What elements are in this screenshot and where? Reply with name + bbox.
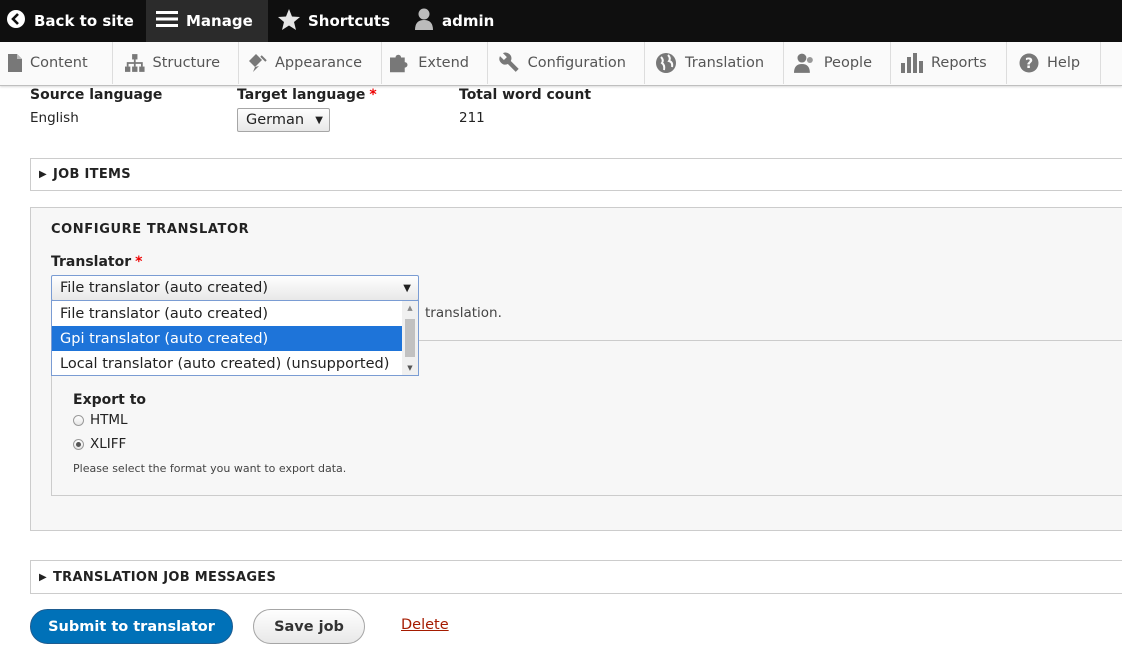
target-language-label: Target language * [237,87,377,103]
translator-select[interactable]: File translator (auto created) ▼ [51,275,419,301]
tray-extend-label: Extend [418,55,469,71]
translator-label-text: Translator [51,254,132,270]
tray-help[interactable]: ? Help [1007,42,1101,84]
target-language-text: Target language [237,87,366,103]
tray-people[interactable]: People [784,42,891,84]
export-to-label: Export to [73,392,147,408]
export-option-html-label: HTML [90,412,128,428]
back-to-site-label: Back to site [34,12,134,30]
job-items-heading: JOB ITEMS [53,167,131,182]
required-marker: * [369,87,377,103]
tray-configuration[interactable]: Configuration [488,42,645,84]
configure-translator-heading: CONFIGURE TRANSLATOR [51,222,250,237]
shortcuts-tab[interactable]: Shortcuts [268,0,404,42]
export-option-xliff[interactable]: XLIFF [73,436,126,452]
user-icon [414,8,434,34]
tray-translation[interactable]: Translation [645,42,784,84]
user-tab[interactable]: admin [404,0,506,42]
puzzle-icon [390,54,408,73]
translator-dropdown-list: File translator (auto created) Gpi trans… [51,300,419,376]
word-count-label: Total word count [459,87,592,103]
submit-to-translator-button[interactable]: Submit to translator [30,609,233,644]
expand-triangle-icon: ▶ [39,571,47,583]
dropdown-option[interactable]: Local translator (auto created) (unsuppo… [52,351,403,376]
user-label: admin [442,12,495,30]
radio-xliff[interactable] [73,438,84,450]
admin-tray: Content Structure Appearance Extend Conf… [0,42,1122,86]
radio-html[interactable] [73,414,84,426]
dropdown-option[interactable]: Gpi translator (auto created) [52,326,403,351]
expand-triangle-icon: ▶ [39,169,47,180]
star-icon [278,8,300,34]
tray-structure[interactable]: Structure [113,42,239,84]
job-items-details[interactable]: ▶ JOB ITEMS [30,158,1122,191]
source-language-value: English [30,110,79,126]
tray-configuration-label: Configuration [527,55,626,71]
translator-label: Translator * [51,254,142,270]
scroll-down-icon[interactable]: ▼ [402,361,418,375]
tray-people-label: People [823,55,872,71]
tray-appearance[interactable]: Appearance [239,42,382,84]
tray-help-label: Help [1047,55,1081,71]
bar-chart-icon [901,53,923,73]
manage-tab[interactable]: Manage [146,0,268,42]
scroll-thumb[interactable] [405,319,415,357]
target-language-value: German [246,112,305,128]
job-messages-details[interactable]: ▶ TRANSLATION JOB MESSAGES [30,560,1122,594]
globe-icon [656,53,676,73]
svg-text:?: ? [1025,56,1033,72]
manage-label: Manage [186,12,253,30]
hamburger-icon [156,10,178,32]
export-help-text: Please select the format you want to exp… [73,462,347,475]
chevron-down-icon: ▼ [315,114,323,126]
tray-extend[interactable]: Extend [382,42,488,84]
word-count-value: 211 [459,110,485,126]
chevron-down-icon: ▼ [403,282,411,294]
target-language-select[interactable]: German ▼ [237,108,330,132]
dropdown-option[interactable]: File translator (auto created) [52,301,403,326]
dropdown-option-label: Local translator (auto created) (unsuppo… [60,355,390,372]
export-option-html[interactable]: HTML [73,412,128,428]
tray-reports[interactable]: Reports [891,42,1007,84]
wrench-icon [499,52,519,72]
delete-link[interactable]: Delete [401,617,449,633]
job-messages-heading: TRANSLATION JOB MESSAGES [53,569,277,585]
tray-translation-label: Translation [685,55,765,71]
admin-toolbar: Back to site Manage Shortcuts admin [0,0,1122,42]
tray-appearance-label: Appearance [275,55,363,71]
dropdown-option-label: File translator (auto created) [60,305,268,322]
back-to-site-link[interactable]: Back to site [0,0,146,42]
scroll-up-icon[interactable]: ▲ [402,301,418,315]
shortcuts-label: Shortcuts [308,12,391,30]
dropdown-scrollbar[interactable]: ▲ ▼ [402,301,418,375]
tray-content-label: Content [30,55,88,71]
translator-description: translation. [425,305,502,321]
help-icon: ? [1019,53,1039,73]
tray-content[interactable]: Content [0,42,113,84]
required-marker: * [135,254,143,270]
source-language-label: Source language [30,87,163,103]
tray-structure-label: Structure [152,55,220,71]
dropdown-option-label: Gpi translator (auto created) [60,330,269,347]
back-arrow-icon [6,9,26,33]
translator-selected-value: File translator (auto created) [60,280,268,296]
export-option-xliff-label: XLIFF [90,436,127,452]
tray-reports-label: Reports [931,55,987,71]
people-icon [794,53,813,73]
document-icon [8,54,22,72]
save-job-button[interactable]: Save job [253,609,365,644]
paint-roller-icon [249,54,267,72]
sitemap-icon [125,54,145,72]
